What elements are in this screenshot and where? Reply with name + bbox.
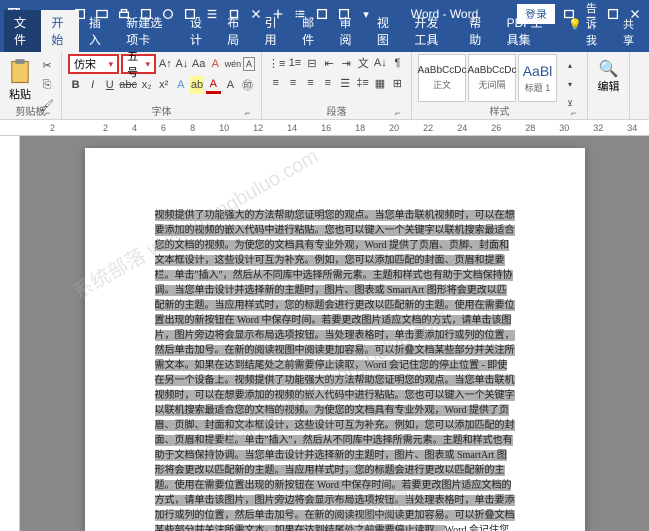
subscript-icon[interactable]: x₂ (139, 76, 154, 94)
style-normal[interactable]: AaBbCcDc 正文 (418, 54, 466, 102)
page[interactable]: 系统部落 www.xitongbuluo.com 系统部落 www.xitong… (85, 148, 585, 531)
ruler-horizontal[interactable]: 2246810121416182022242628303234363840424… (0, 120, 649, 136)
clear-format-icon[interactable]: A (208, 55, 223, 73)
increase-indent-icon[interactable]: ⇥ (339, 54, 354, 72)
tell-me[interactable]: 💡告诉我 (560, 0, 613, 52)
tab-newtab[interactable]: 新建选项卡 (116, 10, 180, 52)
styles-up-icon[interactable]: ▴ (561, 56, 579, 74)
change-case-icon[interactable]: Aa (191, 55, 206, 73)
clipboard-launcher[interactable]: ⌐ (45, 108, 55, 118)
bold-icon[interactable]: B (68, 76, 83, 94)
tab-mailings[interactable]: 邮件 (292, 10, 329, 52)
decrease-indent-icon[interactable]: ⇤ (322, 54, 337, 72)
char-shading-icon[interactable]: A (223, 76, 238, 94)
enclose-char-icon[interactable]: ㊞ (240, 76, 255, 94)
tab-layout[interactable]: 布局 (217, 10, 254, 52)
lightbulb-icon: 💡 (568, 18, 582, 31)
underline-icon[interactable]: U (102, 76, 117, 94)
chevron-down-icon: ▾ (109, 59, 114, 70)
bullets-icon[interactable]: ⋮≡ (268, 54, 285, 72)
group-paragraph: ⋮≡ 1≡ ⊟ ⇤ ⇥ 文 A↓ ¶ ≡ ≡ ≡ ≡ ☰ ‡≡ ▦ ⊞ 段落 ⌐ (262, 52, 412, 119)
style-heading1[interactable]: AaBl 标题 1 (518, 54, 557, 102)
strike-icon[interactable]: abc (119, 76, 137, 94)
align-right-icon[interactable]: ≡ (303, 74, 318, 92)
line-spacing-icon[interactable]: ‡≡ (355, 74, 370, 92)
group-clipboard: 粘贴 ✂ ⎘ 🖌 剪贴板 ⌐ (0, 52, 62, 119)
ribbon: 粘贴 ✂ ⎘ 🖌 剪贴板 ⌐ 仿宋▾ 五号▾ A↑ A↓ Aa A wén A … (0, 52, 649, 120)
style-nospacing[interactable]: AaBbCcDc 无间隔 (468, 54, 516, 102)
tab-help[interactable]: 帮助 (459, 10, 496, 52)
paragraph-launcher[interactable]: ⌐ (395, 108, 405, 118)
char-border-icon[interactable]: A (243, 57, 255, 71)
find-icon[interactable]: 🔍 (600, 60, 618, 78)
cut-icon[interactable]: ✂ (38, 56, 56, 74)
group-font: 仿宋▾ 五号▾ A↑ A↓ Aa A wén A B I U abc x₂ x²… (62, 52, 262, 119)
align-center-icon[interactable]: ≡ (285, 74, 300, 92)
font-name-select[interactable]: 仿宋▾ (68, 54, 119, 74)
chevron-down-icon: ▾ (145, 59, 150, 70)
align-left-icon[interactable]: ≡ (268, 74, 283, 92)
font-launcher[interactable]: ⌐ (245, 108, 255, 118)
tab-review[interactable]: 审阅 (330, 10, 367, 52)
distribute-icon[interactable]: ☰ (338, 74, 353, 92)
copy-icon[interactable]: ⎘ (38, 76, 56, 94)
group-editing: 🔍 编辑 (588, 52, 630, 119)
borders-icon[interactable]: ⊞ (390, 74, 405, 92)
tab-developer[interactable]: 开发工具 (404, 10, 459, 52)
phonetic-icon[interactable]: wén (225, 55, 242, 73)
font-color-icon[interactable]: A (206, 76, 221, 94)
multilevel-icon[interactable]: ⊟ (305, 54, 320, 72)
tab-view[interactable]: 视图 (367, 10, 404, 52)
asian-layout-icon[interactable]: 文 (356, 54, 371, 72)
text-effects-icon[interactable]: A (173, 76, 188, 94)
ruler-vertical[interactable] (0, 136, 20, 531)
tab-pdf[interactable]: PDF工具集 (497, 10, 561, 52)
clipboard-icon (6, 58, 34, 86)
styles-launcher[interactable]: ⌐ (571, 108, 581, 118)
tab-insert[interactable]: 插入 (79, 10, 116, 52)
document-area: 系统部落 www.xitongbuluo.com 系统部落 www.xitong… (0, 136, 649, 531)
grow-font-icon[interactable]: A↑ (158, 55, 173, 73)
shrink-font-icon[interactable]: A↓ (175, 55, 190, 73)
shading-icon[interactable]: ▦ (372, 74, 387, 92)
tab-home[interactable]: 开始 (41, 10, 78, 52)
ribbon-tabs: 文件 开始 插入 新建选项卡 设计 布局 引用 邮件 审阅 视图 开发工具 帮助… (0, 28, 649, 52)
styles-down-icon[interactable]: ▾ (561, 75, 579, 93)
show-marks-icon[interactable]: ¶ (390, 54, 405, 72)
font-size-select[interactable]: 五号▾ (121, 54, 156, 74)
sort-icon[interactable]: A↓ (373, 54, 388, 72)
tab-design[interactable]: 设计 (180, 10, 217, 52)
numbering-icon[interactable]: 1≡ (287, 54, 302, 72)
group-styles: AaBbCcDc 正文 AaBbCcDc 无间隔 AaBl 标题 1 ▴ ▾ ⊻… (412, 52, 588, 119)
superscript-icon[interactable]: x² (156, 76, 171, 94)
justify-icon[interactable]: ≡ (320, 74, 335, 92)
tab-file[interactable]: 文件 (4, 10, 41, 52)
selected-text[interactable]: 视频提供了功能强大的方法帮助您证明您的观点。当您单击联机视频时，可以在想要添加的… (155, 210, 515, 531)
tab-references[interactable]: 引用 (255, 10, 292, 52)
paste-button[interactable]: 粘贴 (6, 54, 34, 102)
highlight-icon[interactable]: ab (190, 76, 203, 94)
italic-icon[interactable]: I (85, 76, 100, 94)
share-button[interactable]: 共享 (613, 12, 649, 52)
